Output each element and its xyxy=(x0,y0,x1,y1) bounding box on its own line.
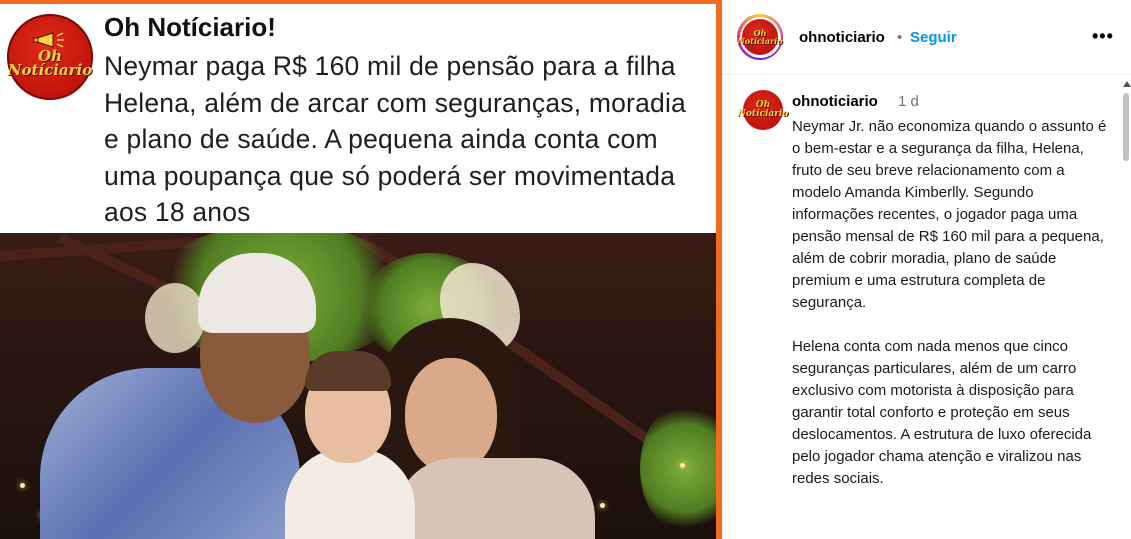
post-media[interactable]: Oh Notíciario Oh Notíciario! Neymar paga… xyxy=(0,0,722,539)
more-options-icon[interactable]: ••• xyxy=(1092,26,1114,47)
media-right-border xyxy=(0,0,722,539)
scroll-up-arrow-icon[interactable] xyxy=(1123,81,1131,87)
caption-text: Neymar Jr. não economiza quando o assunt… xyxy=(792,118,1107,487)
scroll-thumb[interactable] xyxy=(1123,93,1129,161)
header-username[interactable]: ohnoticiario xyxy=(799,29,885,46)
avatar-logo: Oh Notíciario xyxy=(737,19,783,55)
caption-username[interactable]: ohnoticiario xyxy=(792,93,878,110)
separator-dot: • xyxy=(897,29,903,46)
profile-avatar[interactable]: Oh Notíciario xyxy=(737,14,783,60)
scrollbar[interactable] xyxy=(1121,75,1131,539)
caption-comment: Oh Notíciario ohnoticiario 1 d Neymar Jr… xyxy=(722,75,1122,539)
post-sidebar: Oh Notíciario ohnoticiario • Seguir ••• … xyxy=(722,0,1131,539)
follow-button[interactable]: Seguir xyxy=(910,29,957,46)
caption-timestamp[interactable]: 1 d xyxy=(898,93,919,110)
caption-avatar[interactable]: Oh Notíciario xyxy=(738,90,788,130)
post-header: Oh Notíciario ohnoticiario • Seguir ••• xyxy=(722,0,1131,75)
